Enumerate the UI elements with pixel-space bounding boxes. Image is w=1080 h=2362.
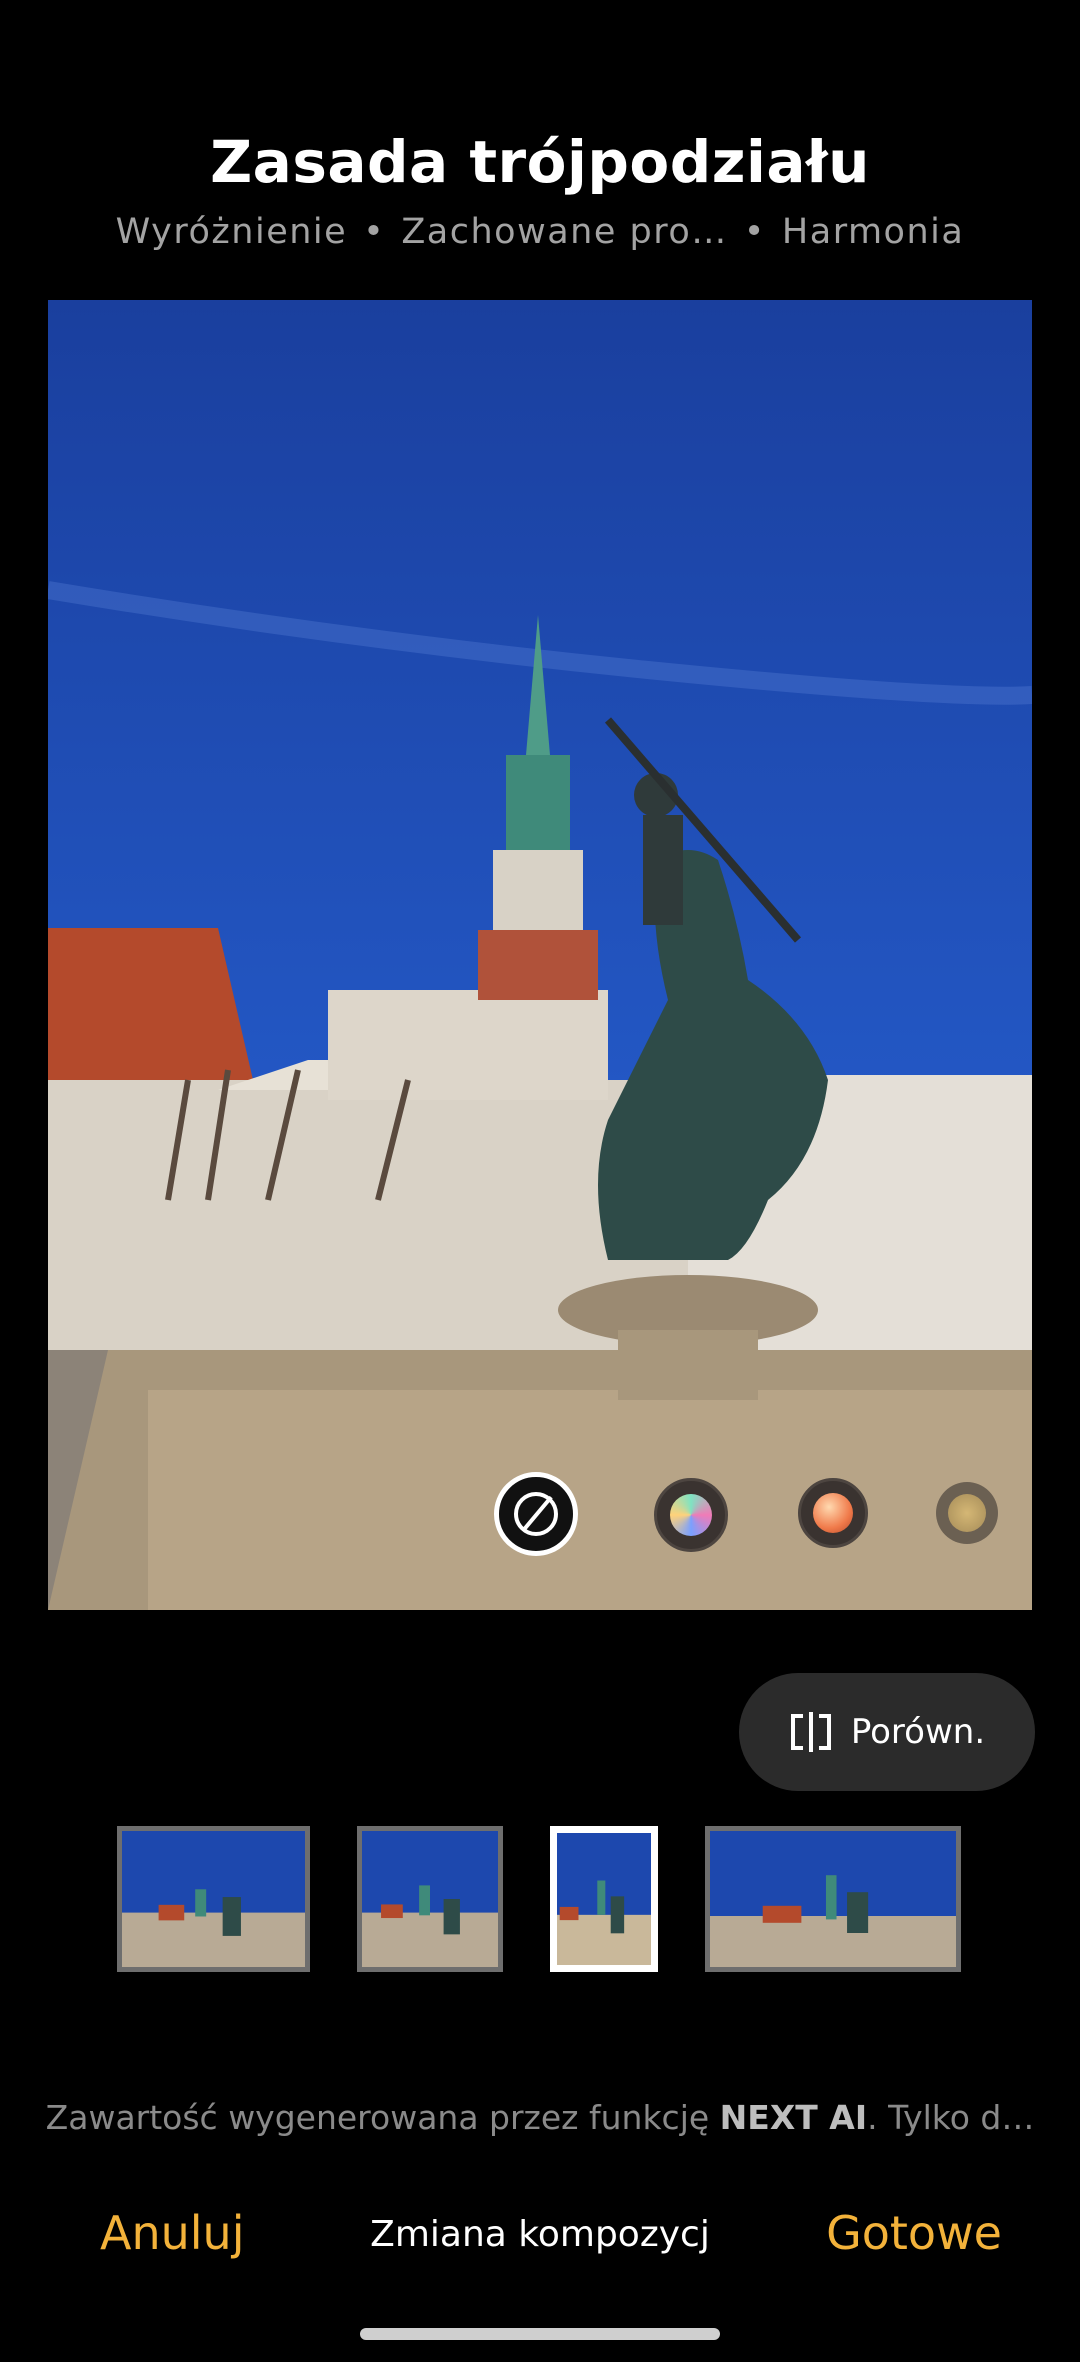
page-title: Zasada trójpodziału <box>210 128 870 196</box>
none-icon[interactable] <box>494 1472 578 1556</box>
tag-highlight: Wyróżnienie <box>115 212 348 252</box>
fountain-photo <box>48 300 1032 1610</box>
ai-disclaimer: Zawartość wygenerowana przez funkcję NEX… <box>0 2098 1080 2137</box>
done-button[interactable]: Gotowe <box>826 2206 1002 2260</box>
home-indicator[interactable] <box>360 2328 720 2340</box>
thumbnail-option-selected[interactable] <box>550 1826 658 1972</box>
compare-button[interactable]: Porówn. <box>739 1673 1035 1791</box>
disclaimer-brand: NEXT AI <box>719 2098 868 2137</box>
tag-harmony: Harmonia <box>781 212 965 252</box>
compare-icon <box>790 1712 831 1752</box>
compare-label: Porówn. <box>850 1712 986 1752</box>
disclaimer-prefix: Zawartość wygenerowana przez funkcję <box>45 2098 720 2137</box>
disclaimer-suffix: . Tylko d… <box>867 2098 1035 2137</box>
effect-selector <box>490 1470 1010 1560</box>
bottom-action-bar: Zmiana kompozycj Anuluj Gotowe <box>0 2206 1080 2276</box>
tag-separator: • <box>743 212 766 252</box>
tag-preserved: Zachowane pro… <box>401 212 728 252</box>
thumbnail-option[interactable] <box>117 1826 310 1972</box>
thumbnail-option[interactable] <box>357 1826 503 1972</box>
gold-effect-icon[interactable] <box>936 1482 998 1544</box>
warm-effect-icon[interactable] <box>798 1478 868 1548</box>
edited-photo-preview[interactable] <box>48 300 1032 1610</box>
gradient-effect-icon[interactable] <box>654 1478 728 1552</box>
composition-tags: Wyróżnienie • Zachowane pro… • Harmonia <box>0 212 1080 252</box>
cancel-button[interactable]: Anuluj <box>100 2206 245 2260</box>
composition-thumbnails <box>0 1826 1080 1972</box>
thumbnail-option[interactable] <box>705 1826 961 1972</box>
tag-separator: • <box>363 212 386 252</box>
